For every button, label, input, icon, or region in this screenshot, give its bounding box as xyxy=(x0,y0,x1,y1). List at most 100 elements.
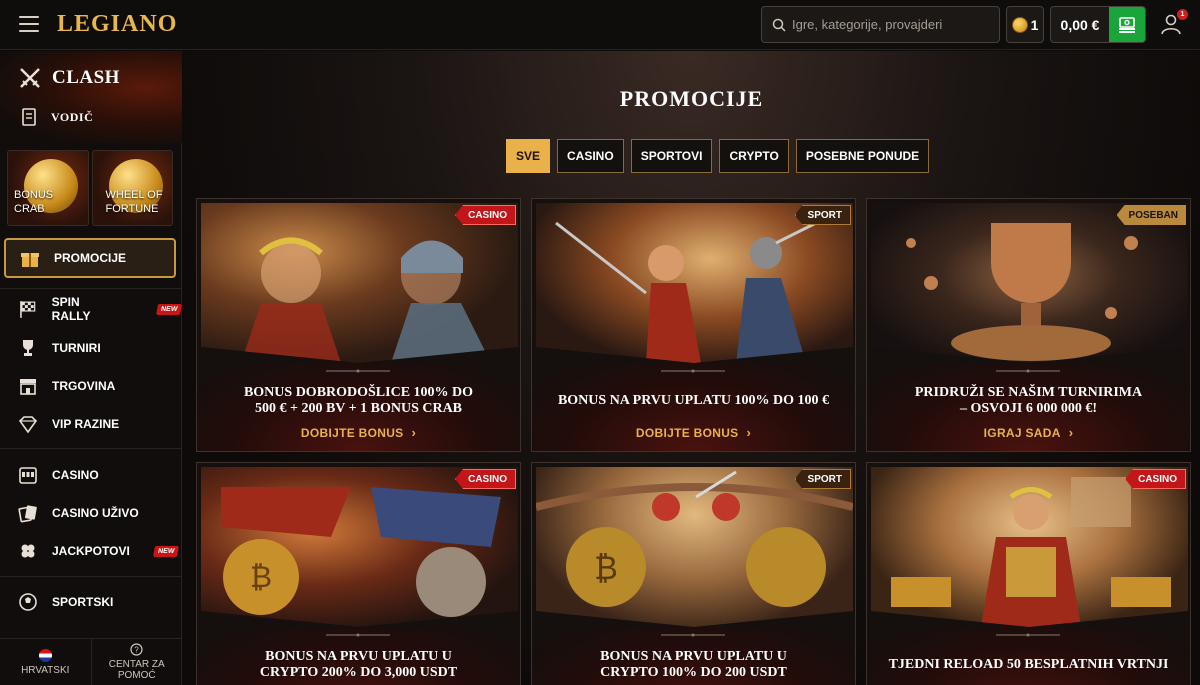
promo-card[interactable]: ₿ CASINO BONUS NA PRVU UPLATU U CRYPTO 20… xyxy=(196,462,521,685)
sidebar-item-label: SPIN RALLY xyxy=(51,295,91,323)
promo-card[interactable]: POSEBAN PRIDRUŽI SE NAŠIM TURNIRIMA – OSV… xyxy=(866,198,1191,452)
promo-image: ₿ xyxy=(201,467,518,627)
divider-ornament xyxy=(326,369,390,373)
clash-panel: CLASH VODIČ xyxy=(0,51,182,143)
filter-tab-crypto[interactable]: CRYPTO xyxy=(719,139,789,173)
sidebar-item-casino[interactable]: CASINO xyxy=(18,463,99,487)
sidebar-item-casino-uzivo[interactable]: CASINO UŽIVO xyxy=(18,501,139,525)
tile-label: WHEEL OF FORTUNE xyxy=(105,189,163,215)
card-body: PRIDRUŽI SE NAŠIM TURNIRIMA – OSVOJI 6 00… xyxy=(867,363,1190,451)
crossed-swords-icon xyxy=(20,68,40,88)
svg-text:₿: ₿ xyxy=(594,550,618,586)
sidebar: CLASH VODIČ BONUS CRAB WHEEL OF FORTUNE PR… xyxy=(0,51,182,685)
top-bar: LEGIANO 1 0,00 € 1 xyxy=(0,0,1200,50)
language-selector[interactable]: HRVATSKI xyxy=(0,639,91,685)
coins-button[interactable]: 1 xyxy=(1006,6,1044,43)
card-body: BONUS NA PRVU UPLATU U CRYPTO 100% DO 200… xyxy=(532,627,855,685)
divider-ornament xyxy=(661,633,725,637)
sidebar-item-turniri[interactable]: TURNIRI xyxy=(18,336,101,360)
category-tag: CASINO xyxy=(1125,469,1186,489)
chevron-right-icon: › xyxy=(1068,425,1074,440)
search-box[interactable] xyxy=(761,6,1000,43)
promo-card[interactable]: SPORT BONUS NA PRVU UPLATU 100% DO 100 €… xyxy=(531,198,856,452)
sidebar-item-promocije[interactable]: PROMOCIJE xyxy=(4,238,176,278)
filter-tab-sportovi[interactable]: SPORTOVI xyxy=(630,139,713,173)
promo-title: BONUS DOBRODOŠLICE 100% DO 500 € + 200 BV… xyxy=(243,385,474,416)
wheel-of-fortune-tile[interactable]: WHEEL OF FORTUNE xyxy=(91,150,173,226)
filter-tab-posebne-ponude[interactable]: POSEBNE PONUDE xyxy=(795,139,930,173)
divider-ornament xyxy=(326,633,390,637)
divider-ornament xyxy=(996,633,1060,637)
help-icon: ? xyxy=(130,643,143,656)
tile-label: BONUS CRAB xyxy=(14,189,54,215)
card-body: BONUS NA PRVU UPLATU U CRYPTO 200% DO 3,0… xyxy=(197,627,520,685)
sidebar-item-label: CASINO xyxy=(52,468,99,482)
brand-logo[interactable]: LEGIANO xyxy=(57,11,177,38)
trophy-icon xyxy=(23,340,33,356)
promo-image xyxy=(871,203,1188,363)
clash-label: CLASH xyxy=(52,67,120,88)
filter-tab-casino[interactable]: CASINO xyxy=(557,139,624,173)
card-body: BONUS DOBRODOŠLICE 100% DO 500 € + 200 BV… xyxy=(197,363,520,451)
user-account-button[interactable]: 1 xyxy=(1160,9,1188,37)
sidebar-item-label: CASINO UŽIVO xyxy=(52,506,139,520)
sidebar-item-spin-rally[interactable]: SPIN RALLY NEW xyxy=(18,295,182,323)
scroll-icon xyxy=(22,108,36,126)
menu-icon[interactable] xyxy=(19,16,39,32)
divider xyxy=(0,288,182,289)
balance-widget[interactable]: 0,00 € xyxy=(1050,6,1146,43)
sidebar-item-sportski[interactable]: SPORTSKI xyxy=(18,590,113,614)
promo-cta-link[interactable]: IGRAJ SADA › xyxy=(867,425,1190,440)
new-badge: NEW xyxy=(155,303,182,315)
filter-tabs: SVE CASINO SPORTOVI CRYPTO POSEBNE PONUD… xyxy=(506,139,930,173)
search-input[interactable] xyxy=(792,17,992,32)
promo-title: BONUS NA PRVU UPLATU U CRYPTO 100% DO 200… xyxy=(600,649,787,680)
help-label: CENTAR ZA POMOĆ xyxy=(108,659,165,681)
deposit-button[interactable] xyxy=(1109,7,1145,42)
page-title: PROMOCIJE xyxy=(619,86,764,111)
promo-title: TJEDNI RELOAD 50 BESPLATNIH VRTNJI xyxy=(888,657,1169,672)
svg-text:?: ? xyxy=(135,646,140,655)
shop-icon xyxy=(20,379,36,395)
sidebar-item-label: VIP RAZINE xyxy=(52,417,120,431)
sidebar-item-label: PROMOCIJE xyxy=(54,251,127,265)
sidebar-item-jackpotovi[interactable]: JACKPOTOVI NEW xyxy=(18,539,180,563)
promo-cta-link[interactable]: DOBIJTE BONUS › xyxy=(197,425,520,440)
category-tag: SPORT xyxy=(794,469,851,489)
divider-ornament xyxy=(661,369,725,373)
ball-icon xyxy=(19,593,37,611)
promo-cta-link[interactable]: DOBIJTE BONUS › xyxy=(532,425,855,440)
clover-icon xyxy=(21,544,35,558)
clash-link[interactable]: CLASH xyxy=(18,66,120,90)
category-tag: CASINO xyxy=(455,469,516,489)
divider xyxy=(0,448,182,449)
diamond-icon xyxy=(18,416,38,434)
bonus-crab-tile[interactable]: BONUS CRAB xyxy=(7,150,89,226)
croatian-flag-icon xyxy=(38,648,52,662)
main-content: PROMOCIJE SVE CASINO SPORTOVI CRYPTO POS… xyxy=(183,51,1200,685)
promo-card[interactable]: ₿ SPORT BONUS NA PRVU UPLATU U CRYPTO 100… xyxy=(531,462,856,685)
notification-badge: 1 xyxy=(1177,9,1188,20)
sidebar-item-label: JACKPOTOVI xyxy=(52,544,130,558)
language-label: HRVATSKI xyxy=(21,664,70,676)
divider xyxy=(0,576,182,577)
category-tag: POSEBAN xyxy=(1116,205,1186,225)
help-center-link[interactable]: ? CENTAR ZA POMOĆ xyxy=(90,639,183,685)
promo-card[interactable]: CASINO BONUS DOBRODOŠLICE 100% DO 500 € +… xyxy=(196,198,521,452)
filter-tab-sve[interactable]: SVE xyxy=(506,139,551,173)
category-tag: CASINO xyxy=(455,205,516,225)
coins-count: 1 xyxy=(1030,16,1039,33)
card-body: TJEDNI RELOAD 50 BESPLATNIH VRTNJI xyxy=(867,627,1190,685)
promo-image: ₿ xyxy=(536,467,853,627)
sidebar-item-trgovina[interactable]: TRGOVINA xyxy=(18,374,115,398)
vodic-link[interactable]: VODIČ xyxy=(20,107,93,127)
new-badge: NEW xyxy=(152,545,180,557)
sidebar-item-label: TRGOVINA xyxy=(52,379,116,393)
promo-title: BONUS NA PRVU UPLATU U CRYPTO 200% DO 3,0… xyxy=(259,649,458,680)
coin-icon xyxy=(1011,16,1028,33)
sidebar-footer: HRVATSKI ? CENTAR ZA POMOĆ xyxy=(0,638,182,685)
sidebar-item-vip-razine[interactable]: VIP RAZINE xyxy=(18,412,119,436)
category-tag: SPORT xyxy=(794,205,851,225)
promo-card[interactable]: CASINO TJEDNI RELOAD 50 BESPLATNIH VRTNJ… xyxy=(866,462,1191,685)
checkered-flag-icon xyxy=(20,301,36,318)
